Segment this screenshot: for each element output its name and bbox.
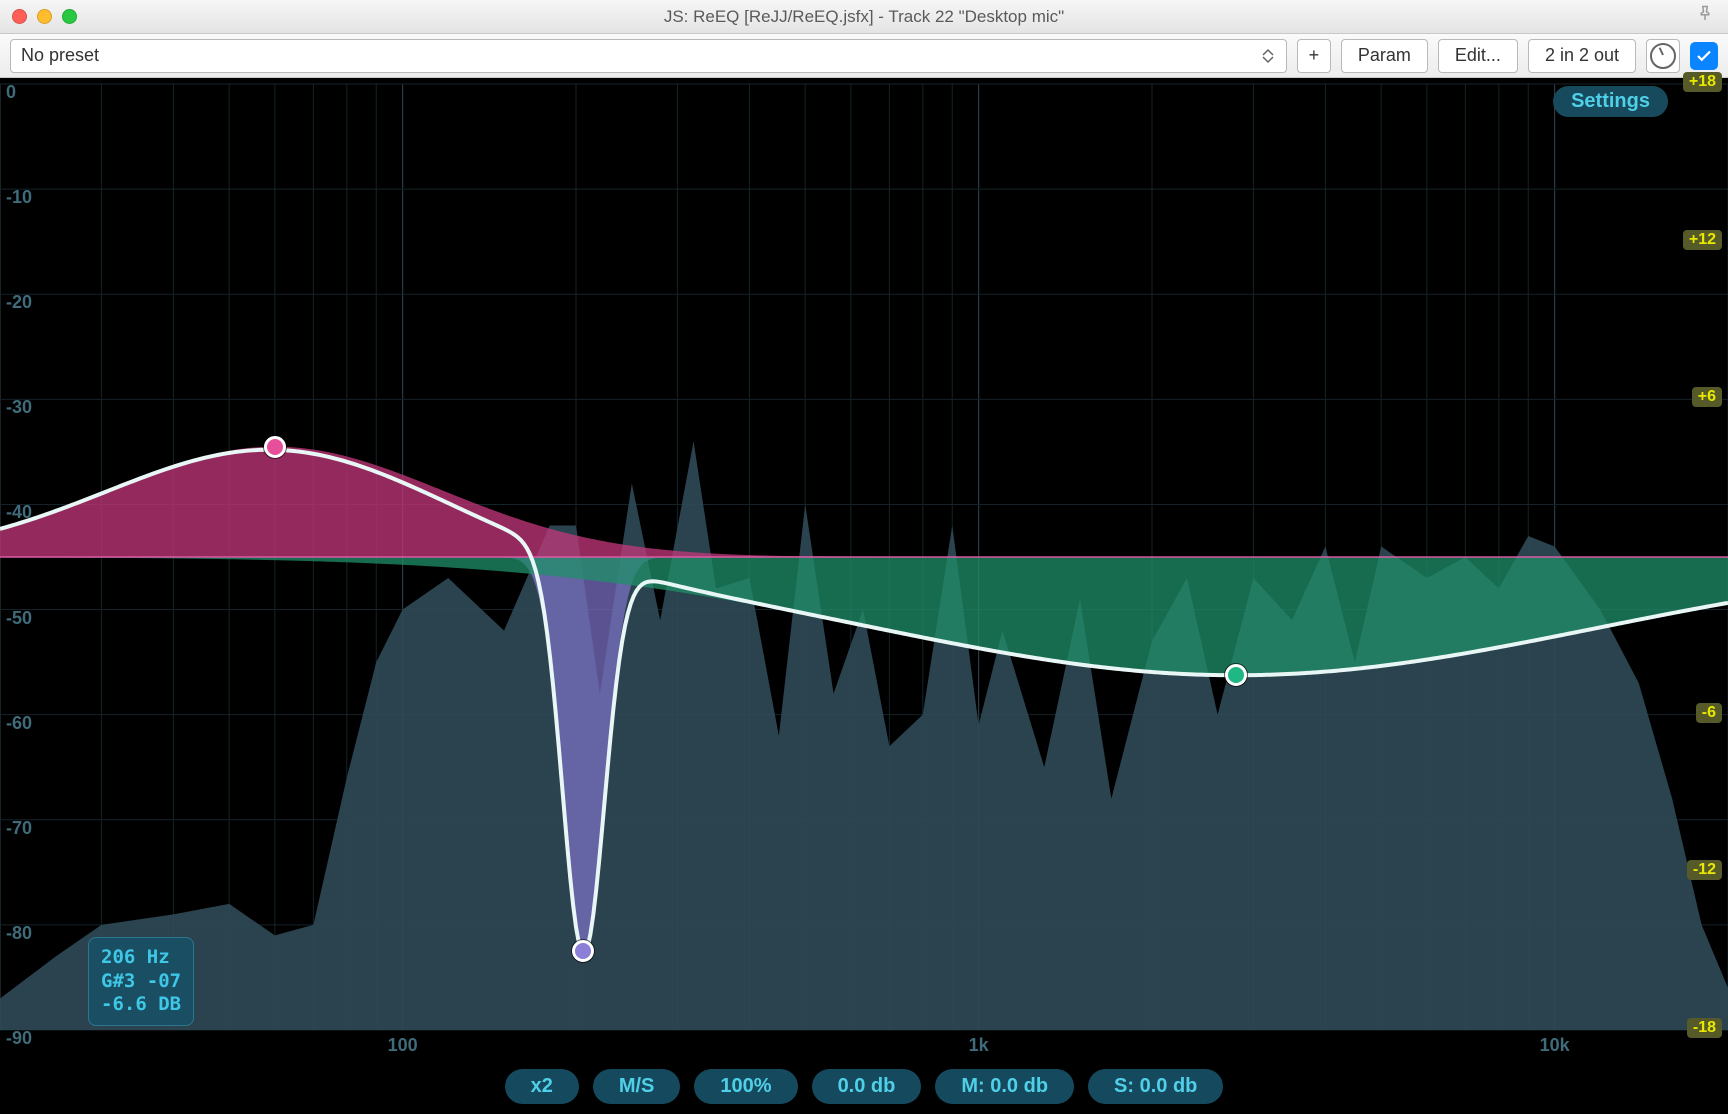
bottom-button-bar: x2 M/S 100% 0.0 db M: 0.0 db S: 0.0 db	[0, 1069, 1728, 1104]
preset-value: No preset	[21, 45, 99, 66]
db-scale-p12: +12	[1683, 230, 1722, 250]
minimize-icon[interactable]	[37, 9, 52, 24]
spec-scale-m60: -60	[6, 713, 32, 734]
db-scale-p6: +6	[1692, 387, 1722, 407]
band-handle-1[interactable]	[264, 436, 286, 458]
db-scale-p18: +18	[1683, 72, 1722, 92]
zoom-button[interactable]: x2	[505, 1069, 579, 1104]
preset-stepper-icon[interactable]	[1262, 44, 1280, 68]
readout-freq: 206 Hz	[101, 946, 181, 970]
spec-scale-m80: -80	[6, 923, 32, 944]
spec-scale-0: 0	[6, 82, 16, 103]
window-title: JS: ReEQ [ReJJ/ReEQ.jsfx] - Track 22 "De…	[12, 7, 1716, 27]
spec-scale-m30: -30	[6, 397, 32, 418]
spec-scale-m20: -20	[6, 292, 32, 313]
io-button[interactable]: 2 in 2 out	[1528, 39, 1636, 73]
param-button[interactable]: Param	[1341, 39, 1428, 73]
window-titlebar: JS: ReEQ [ReJJ/ReEQ.jsfx] - Track 22 "De…	[0, 0, 1728, 34]
knob-icon	[1650, 43, 1676, 69]
freq-axis-1k: 1k	[969, 1035, 989, 1056]
plugin-enable-checkbox[interactable]	[1690, 42, 1718, 70]
stereo-mode-button[interactable]: M/S	[593, 1069, 681, 1104]
eq-display[interactable]: Settings +18 +12 +6 -6 -12 -18 0 -10 -20…	[0, 78, 1728, 1114]
edit-button[interactable]: Edit...	[1438, 39, 1518, 73]
db-scale-m12: -12	[1687, 860, 1722, 880]
cursor-readout: 206 Hz G#3 -07 -6.6 DB	[88, 937, 194, 1026]
output-gain-button[interactable]: 0.0 db	[812, 1069, 922, 1104]
db-scale-m18: -18	[1687, 1018, 1722, 1038]
zoom-icon[interactable]	[62, 9, 77, 24]
plugin-toolbar: No preset + Param Edit... 2 in 2 out	[0, 34, 1728, 78]
spec-scale-m10: -10	[6, 187, 32, 208]
add-preset-button[interactable]: +	[1297, 39, 1331, 73]
spec-scale-m70: -70	[6, 818, 32, 839]
close-icon[interactable]	[12, 9, 27, 24]
band-handle-2[interactable]	[572, 940, 594, 962]
edit-label: Edit...	[1455, 45, 1501, 66]
eq-canvas[interactable]	[0, 78, 1728, 1114]
analyzer-scale-button[interactable]: 100%	[694, 1069, 797, 1104]
param-label: Param	[1358, 45, 1411, 66]
pin-icon[interactable]	[1696, 5, 1714, 28]
io-label: 2 in 2 out	[1545, 45, 1619, 66]
freq-axis-100: 100	[388, 1035, 418, 1056]
plus-icon: +	[1309, 45, 1320, 66]
freq-axis-10k: 10k	[1540, 1035, 1570, 1056]
preset-select[interactable]: No preset	[10, 39, 1287, 73]
settings-button[interactable]: Settings	[1553, 86, 1668, 117]
readout-gain: -6.6 DB	[101, 993, 181, 1017]
band-handle-3[interactable]	[1225, 664, 1247, 686]
mid-gain-button[interactable]: M: 0.0 db	[935, 1069, 1074, 1104]
spec-scale-m50: -50	[6, 608, 32, 629]
wet-dry-knob[interactable]	[1646, 39, 1680, 73]
traffic-lights	[12, 9, 77, 24]
spec-scale-m40: -40	[6, 502, 32, 523]
spec-scale-m90: -90	[6, 1028, 32, 1049]
db-scale-m6: -6	[1696, 703, 1722, 723]
side-gain-button[interactable]: S: 0.0 db	[1088, 1069, 1223, 1104]
readout-note: G#3 -07	[101, 970, 181, 994]
